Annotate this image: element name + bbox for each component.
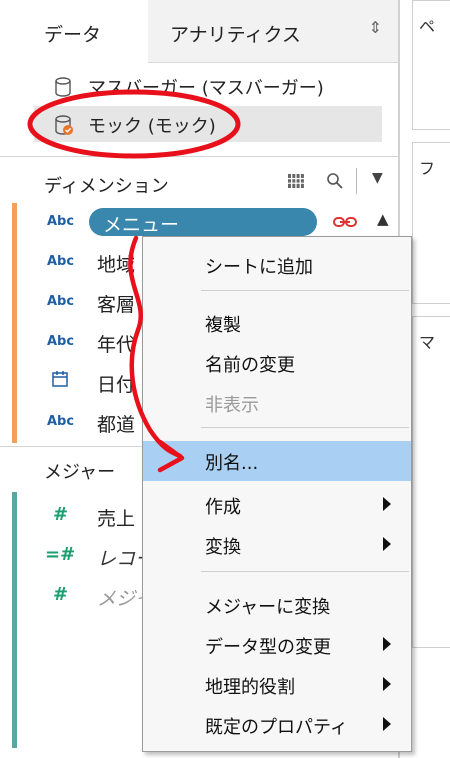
field-type-icon: Abc [47, 254, 75, 269]
dimensions-header: ディメンション ▼ [0, 160, 398, 200]
divider [0, 156, 398, 157]
data-source-item-selected[interactable]: モック (モック) [34, 106, 382, 142]
menu-item-label: 複製 [205, 315, 241, 336]
field-type-icon: Abc [47, 214, 75, 229]
menu-separator [201, 427, 409, 428]
field-type-icon: Abc [47, 414, 75, 429]
measure-type-icon: # [53, 504, 69, 525]
submenu-arrow-icon [383, 497, 391, 511]
marks-panel-title: マ [419, 333, 436, 352]
menu-item-geographic-role[interactable]: 地理的役割 [143, 665, 411, 705]
tab-analytics-label: アナリティクス [170, 24, 301, 46]
pages-panel-title: ペ [419, 17, 436, 36]
filters-panel-title: フ [419, 159, 436, 178]
menu-item-rename[interactable]: 名前の変更 [143, 343, 411, 383]
menu-item-add-to-sheet[interactable]: シートに追加 [143, 245, 411, 285]
menu-item-default-properties[interactable]: 既定のプロパティ [143, 705, 411, 745]
menu-item-hide[interactable]: 非表示 [143, 383, 411, 423]
data-source-label: モック (モック) [88, 116, 216, 137]
menu-item-change-data-type[interactable]: データ型の変更 [143, 625, 411, 665]
menu-item-label: 作成 [205, 497, 241, 518]
data-source-item[interactable]: マスバーガー (マスバーガー) [34, 68, 382, 104]
measure-item[interactable]: # 売上 [17, 496, 147, 536]
measure-item[interactable]: =# レコー [17, 536, 154, 576]
tab-analytics[interactable]: アナリティクス ⇕ [148, 0, 398, 63]
pages-panel: ペ [412, 0, 450, 130]
submenu-arrow-icon [383, 637, 391, 651]
measure-item[interactable]: # メジャ [17, 576, 153, 616]
calendar-icon [52, 371, 68, 387]
submenu-arrow-icon [383, 717, 391, 731]
menu-separator [201, 571, 409, 572]
menu-item-transform[interactable]: 変換 [143, 525, 411, 565]
menu-item-duplicate[interactable]: 複製 [143, 303, 411, 343]
marks-panel: マ [412, 316, 450, 648]
header-separator [356, 168, 357, 194]
menu-item-aliases[interactable]: 別名... [143, 441, 411, 481]
field-name: メニュー [103, 214, 180, 236]
field-name: 客層 [97, 294, 136, 316]
menu-item-label: 名前の変更 [205, 355, 295, 376]
field-name: 日付 [97, 374, 136, 396]
view-data-icon[interactable] [288, 174, 304, 188]
field-name: 都道 [97, 414, 136, 436]
link-icon [333, 217, 357, 227]
menu-item-create[interactable]: 作成 [143, 485, 411, 525]
measure-name: 売上 [97, 508, 136, 530]
field-type-icon: Abc [47, 294, 75, 309]
database-icon [55, 77, 71, 97]
menu-item-label: 別名... [205, 453, 259, 474]
data-source-label: マスバーガー (マスバーガー) [88, 78, 324, 99]
measure-type-icon: =# [45, 544, 76, 565]
tab-data-label: データ [44, 24, 102, 46]
filters-panel: フ [412, 142, 450, 304]
menu-item-label: 地理的役割 [205, 677, 295, 698]
submenu-arrow-icon [383, 537, 391, 551]
field-type-icon: Abc [47, 334, 75, 349]
dimensions-title: ディメンション [44, 176, 169, 197]
menu-item-label: 変換 [205, 537, 241, 558]
chevron-down-icon[interactable]: ▼ [372, 170, 383, 186]
database-extract-icon [55, 115, 73, 135]
field-name: 年代 [97, 334, 136, 356]
menu-item-label: メジャーに変換 [205, 597, 331, 618]
menu-item-convert-to-measure[interactable]: メジャーに変換 [143, 585, 411, 625]
chevron-up-icon[interactable]: ▲ [377, 210, 389, 228]
measures-title: メジャー [44, 462, 116, 483]
context-menu: シートに追加 複製 名前の変更 非表示 別名... 作成 変換 メジャーに変換 … [142, 236, 412, 752]
tab-data[interactable]: データ [0, 0, 149, 62]
search-icon[interactable] [326, 172, 344, 190]
menu-item-label: 既定のプロパティ [205, 717, 348, 738]
menu-separator [201, 290, 409, 291]
submenu-arrow-icon [383, 677, 391, 691]
measures-header: メジャー [0, 448, 120, 488]
menu-item-label: 非表示 [205, 395, 259, 416]
tab-toggle-icon[interactable]: ⇕ [369, 18, 382, 37]
menu-item-label: シートに追加 [205, 257, 313, 278]
measure-type-icon: # [53, 584, 69, 605]
menu-item-label: データ型の変更 [205, 637, 331, 658]
field-name: 地域 [97, 254, 136, 276]
